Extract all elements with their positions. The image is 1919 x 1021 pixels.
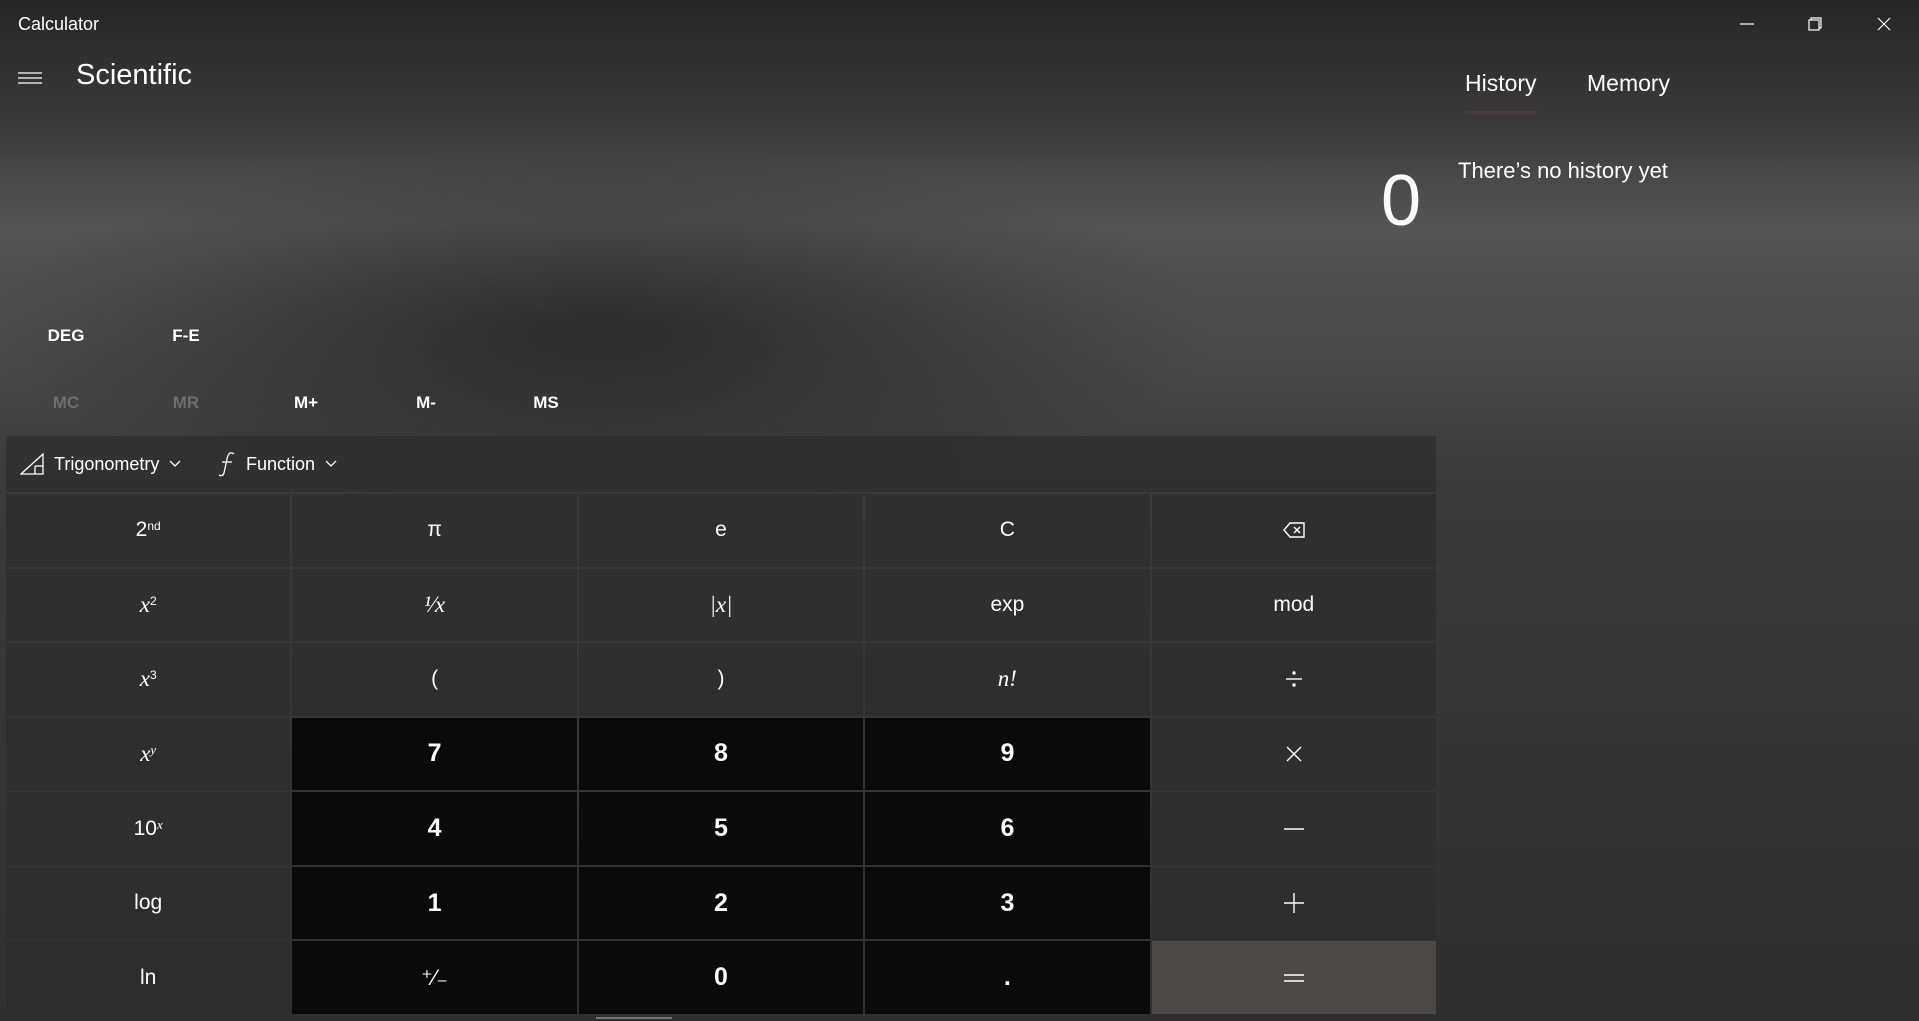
function-label: Function (246, 453, 316, 474)
navigation-menu-button[interactable] (14, 64, 46, 92)
second-sup: nd (147, 519, 161, 534)
triangle-ruler-icon (20, 453, 44, 475)
trigonometry-label: Trigonometry (54, 453, 160, 474)
backspace-button[interactable] (1151, 494, 1436, 567)
minimize-icon (1740, 23, 1754, 25)
second-function-button[interactable]: 2nd (6, 494, 291, 567)
ten-power-button[interactable]: 10 x (6, 792, 291, 865)
result-display: 0 (1380, 161, 1421, 241)
minimize-button[interactable] (1713, 0, 1781, 48)
right-paren-button[interactable]: ) (578, 643, 864, 716)
left-paren-button[interactable]: ( (292, 643, 577, 716)
tab-history-label: History (1465, 70, 1537, 96)
multiply-icon (1286, 746, 1302, 762)
exp-button[interactable]: exp (865, 568, 1150, 642)
chevron-down-icon (325, 460, 337, 467)
digit-2-button[interactable]: 2 (578, 866, 864, 940)
digit-3-button[interactable]: 3 (865, 866, 1150, 940)
tab-memory[interactable]: Memory (1587, 70, 1670, 110)
subtract-button[interactable] (1151, 792, 1436, 865)
euler-button[interactable]: e (578, 494, 864, 567)
fe-button[interactable]: F-E (126, 312, 246, 360)
memory-clear-button[interactable]: MC (6, 379, 126, 427)
square-base: x (139, 591, 150, 617)
digit-6-button[interactable]: 6 (865, 792, 1150, 865)
clear-button[interactable]: C (865, 494, 1150, 567)
absolute-value-button[interactable]: |x| (578, 568, 864, 642)
ln-button[interactable]: ln (6, 941, 291, 1014)
divide-icon (1285, 671, 1302, 688)
square-button[interactable]: x2 (6, 568, 291, 642)
divide-button[interactable] (1151, 643, 1436, 716)
digit-5-button[interactable]: 5 (578, 792, 864, 865)
factorial-button[interactable]: n! (865, 643, 1150, 716)
ten-power-sup: x (156, 816, 163, 832)
restore-button[interactable] (1781, 0, 1849, 48)
negate-button[interactable]: ⁺⁄₋ (292, 941, 577, 1014)
reciprocal-button[interactable]: ¹⁄x (292, 568, 577, 642)
memory-row: MC MR M+ M- MS (6, 379, 606, 427)
multiply-button[interactable] (1151, 717, 1436, 791)
abs-label: |x| (709, 591, 733, 617)
calculator-mode-title: Scientific (76, 59, 193, 91)
angle-row: DEG F-E (6, 312, 606, 360)
mod-button[interactable]: mod (1151, 568, 1436, 642)
close-icon (1877, 17, 1891, 31)
memory-subtract-button[interactable]: M- (366, 379, 486, 427)
log-button[interactable]: log (6, 866, 291, 940)
square-sup: 2 (149, 593, 157, 608)
decimal-button[interactable]: . (865, 941, 1150, 1014)
factorial-label: n! (997, 666, 1017, 692)
memory-store-button[interactable]: MS (486, 379, 606, 427)
power-sup: y (150, 741, 157, 757)
cube-sup: 3 (149, 668, 157, 683)
reciprocal-label: ¹⁄x (424, 591, 446, 617)
digit-9-button[interactable]: 9 (865, 717, 1150, 791)
memory-add-button[interactable]: M+ (246, 379, 366, 427)
active-tab-indicator (1465, 111, 1537, 114)
chevron-down-icon (169, 460, 181, 467)
power-base: x (140, 740, 151, 766)
backspace-icon (1282, 522, 1305, 538)
app-header: Scientific (0, 48, 1430, 108)
keypad: 2nd π e C x2 ¹⁄x |x| exp mod x3 ( ) n! x… (6, 494, 1436, 1014)
trigonometry-dropdown[interactable]: Trigonometry (20, 436, 181, 492)
power-button[interactable]: xy (6, 717, 291, 791)
history-memory-panel: History Memory There’s no history yet (1436, 48, 1919, 1021)
pi-button[interactable]: π (292, 494, 577, 567)
second-base: 2 (135, 518, 148, 542)
restore-icon (1808, 17, 1822, 31)
close-button[interactable] (1850, 0, 1918, 48)
cube-base: x (139, 666, 150, 692)
digit-1-button[interactable]: 1 (292, 866, 577, 940)
history-empty-message: There’s no history yet (1458, 158, 1668, 183)
app-title: Calculator (18, 14, 100, 34)
equals-button[interactable] (1151, 941, 1436, 1014)
function-toolbar: Trigonometry Function (6, 436, 1436, 492)
title-bar: Calculator (0, 0, 1919, 48)
tab-history[interactable]: History (1465, 70, 1537, 114)
digit-0-button[interactable]: 0 (578, 941, 864, 1014)
ten-power-base: 10 (133, 816, 157, 840)
cube-button[interactable]: x3 (6, 643, 291, 716)
minus-icon (1283, 827, 1304, 830)
equals-icon (1283, 974, 1304, 982)
function-dropdown[interactable]: Function (218, 436, 337, 492)
deg-button[interactable]: DEG (6, 312, 126, 360)
tab-memory-label: Memory (1587, 70, 1671, 96)
digit-4-button[interactable]: 4 (292, 792, 577, 865)
digit-7-button[interactable]: 7 (292, 717, 577, 791)
scroll-hint-bar (596, 1017, 672, 1019)
memory-recall-button[interactable]: MR (126, 379, 246, 427)
digit-8-button[interactable]: 8 (578, 717, 864, 791)
function-f-icon (218, 452, 235, 477)
add-button[interactable] (1151, 866, 1436, 940)
hamburger-menu-icon (18, 72, 42, 84)
plus-icon (1283, 893, 1304, 914)
